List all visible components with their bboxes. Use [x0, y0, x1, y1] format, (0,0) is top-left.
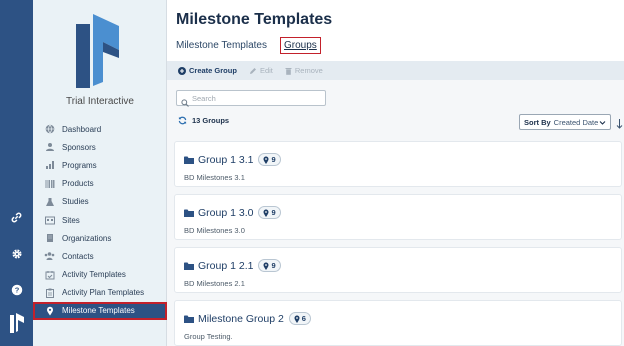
trash-icon: [285, 67, 292, 75]
svg-text:?: ?: [14, 286, 19, 295]
group-card[interactable]: Milestone Group 2 6 Group Testing.: [174, 300, 622, 346]
folder-icon: [184, 262, 194, 270]
milestone-count: 9: [271, 261, 276, 270]
globe-icon: [44, 124, 55, 135]
sidebar-item-milestone-templates[interactable]: Milestone Templates: [33, 301, 167, 321]
sidebar-item-programs[interactable]: Programs: [33, 156, 167, 174]
programs-icon: [44, 160, 55, 171]
link-icon[interactable]: [0, 211, 33, 229]
group-name: Milestone Group 2: [198, 312, 284, 325]
sidebar-item-label: Sites: [62, 215, 80, 225]
group-card[interactable]: Group 1 3.1 9 BD Milestones 3.1: [174, 141, 622, 187]
search-box: [176, 90, 326, 107]
sidebar-item-label: Milestone Templates: [62, 306, 135, 316]
milestone-count: 6: [301, 314, 306, 323]
sidebar-item-organizations[interactable]: Organizations: [33, 229, 167, 247]
search-input[interactable]: [192, 92, 322, 104]
create-group-label: Create Group: [189, 66, 237, 75]
create-group-button[interactable]: Create Group: [178, 66, 237, 75]
sort-dropdown[interactable]: Sort By Created Date: [519, 114, 611, 130]
milestone-count-badge: 6: [288, 312, 311, 325]
clipboard-icon: [44, 287, 55, 298]
sort-label: Sort By: [524, 117, 551, 127]
group-description: BD Milestones 3.1: [184, 173, 245, 182]
sidebar-nav: Dashboard Sponsors Programs Products Stu…: [33, 120, 167, 321]
sidebar-item-studies[interactable]: Studies: [33, 193, 167, 211]
sidebar-item-activity-templates[interactable]: Activity Templates: [33, 266, 167, 284]
group-description: BD Milestones 2.1: [184, 279, 245, 288]
sidebar-item-label: Sponsors: [62, 142, 96, 152]
map-marker-icon: [263, 209, 269, 217]
toolbar: Create Group Edit Remove: [167, 61, 624, 80]
milestone-count-badge: 9: [258, 153, 281, 166]
sponsors-icon: [44, 142, 55, 153]
milestone-count-badge: 9: [258, 206, 281, 219]
icon-rail: ?: [0, 0, 33, 346]
search-icon: [181, 94, 189, 112]
sites-icon: [44, 215, 55, 226]
milestone-count-badge: 9: [258, 259, 281, 272]
sidebar-item-products[interactable]: Products: [33, 175, 167, 193]
sidebar-item-label: Studies: [62, 197, 89, 207]
map-marker-icon: [263, 156, 269, 164]
building-icon: [44, 233, 55, 244]
group-count-label: 13 Groups: [192, 116, 230, 125]
group-name: Group 1 2.1: [198, 259, 254, 272]
sidebar-item-label: Contacts: [62, 251, 94, 261]
group-name: Group 1 3.0: [198, 206, 254, 219]
main-content: Milestone Templates Milestone Templates …: [167, 0, 624, 346]
chevron-down-icon: [599, 119, 606, 128]
contacts-icon: [44, 251, 55, 262]
folder-icon: [184, 156, 194, 164]
sidebar: Trial Interactive Dashboard Sponsors Pro…: [33, 0, 167, 346]
help-icon[interactable]: ?: [0, 283, 33, 301]
sidebar-item-label: Dashboard: [62, 124, 102, 134]
calendar-check-icon: [44, 269, 55, 280]
group-count: 13 Groups: [178, 116, 229, 125]
group-card[interactable]: Group 1 3.0 9 BD Milestones 3.0: [174, 194, 622, 240]
sidebar-item-label: Organizations: [62, 233, 112, 243]
page-title: Milestone Templates: [176, 11, 333, 28]
plus-circle-icon: [178, 66, 186, 75]
folder-icon: [184, 315, 194, 323]
sidebar-item-dashboard[interactable]: Dashboard: [33, 120, 167, 138]
gear-icon[interactable]: [0, 247, 33, 265]
map-marker-icon: [294, 315, 300, 323]
map-marker-icon: [44, 305, 55, 316]
app-logo: [73, 12, 125, 90]
sidebar-item-label: Activity Templates: [62, 270, 126, 280]
edit-button[interactable]: Edit: [249, 66, 273, 75]
flask-icon: [44, 196, 55, 207]
pencil-icon: [249, 67, 257, 75]
sort-direction-icon[interactable]: [616, 116, 623, 134]
sort-value: Created Date: [553, 117, 599, 127]
folder-icon: [184, 209, 194, 217]
brand-name: Trial Interactive: [66, 96, 134, 107]
sidebar-item-sponsors[interactable]: Sponsors: [33, 138, 167, 156]
group-description: BD Milestones 3.0: [184, 226, 245, 235]
tab-milestone-templates[interactable]: Milestone Templates: [176, 40, 267, 51]
remove-button[interactable]: Remove: [285, 66, 323, 75]
group-name: Group 1 3.1: [198, 153, 254, 166]
sidebar-item-sites[interactable]: Sites: [33, 211, 167, 229]
sidebar-item-contacts[interactable]: Contacts: [33, 247, 167, 265]
tab-groups[interactable]: Groups: [280, 37, 321, 54]
group-card[interactable]: Group 1 2.1 9 BD Milestones 2.1: [174, 247, 622, 293]
sidebar-item-label: Products: [62, 179, 94, 189]
sidebar-item-activity-plan-templates[interactable]: Activity Plan Templates: [33, 284, 167, 302]
milestone-count: 9: [271, 155, 276, 164]
map-marker-icon: [263, 262, 269, 270]
group-description: Group Testing.: [184, 332, 233, 341]
refresh-icon[interactable]: [178, 116, 187, 125]
page-header: Milestone Templates Milestone Templates …: [167, 0, 624, 61]
remove-label: Remove: [294, 66, 323, 75]
milestone-count: 9: [271, 208, 276, 217]
barcode-icon: [44, 178, 55, 189]
edit-label: Edit: [259, 66, 273, 75]
sidebar-item-label: Programs: [62, 160, 97, 170]
sidebar-item-label: Activity Plan Templates: [62, 288, 145, 298]
logo-icon[interactable]: [0, 311, 33, 340]
